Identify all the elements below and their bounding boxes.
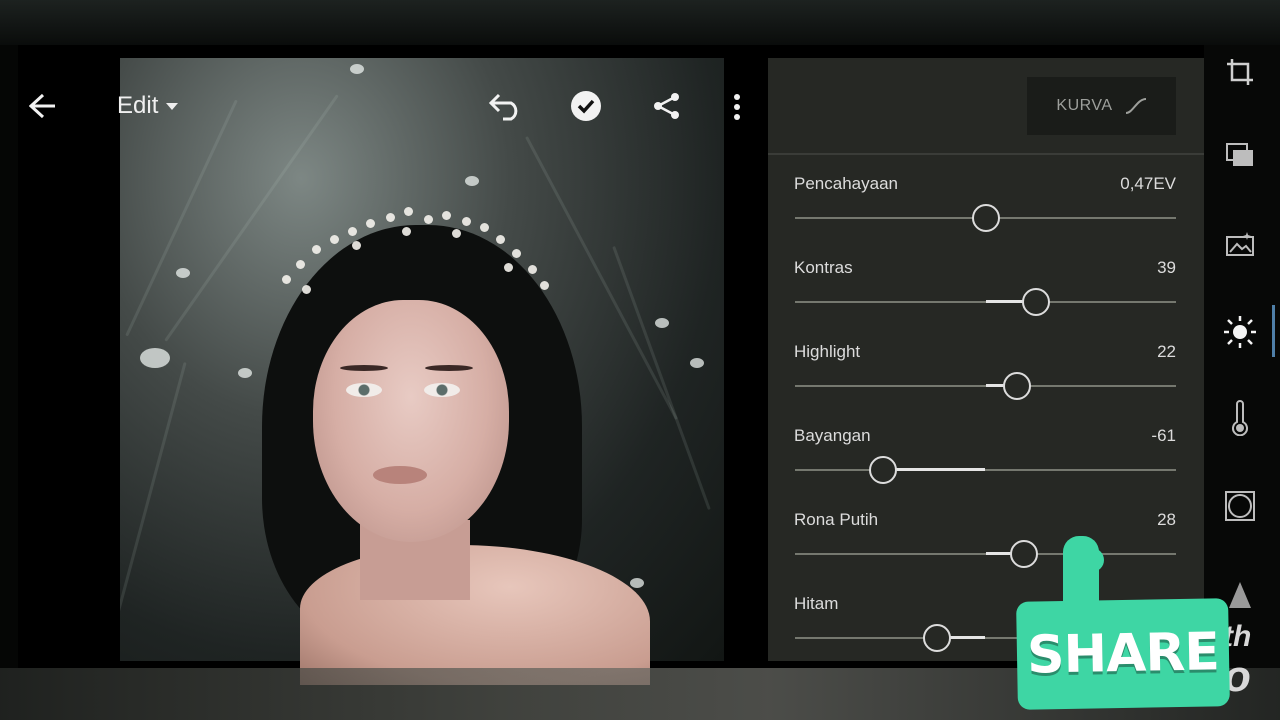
slider-handle[interactable]: [922, 624, 951, 652]
edit-mode-dropdown[interactable]: Edit: [117, 92, 179, 120]
slider-track[interactable]: [795, 469, 1176, 471]
slider-handle[interactable]: [1021, 288, 1050, 316]
slider-label: Kontras: [794, 258, 853, 277]
share-sticker[interactable]: SHARE: [1016, 598, 1230, 710]
petal: [238, 368, 252, 378]
panel-divider: [768, 153, 1204, 155]
subject-brow: [425, 365, 473, 371]
vignette-icon[interactable]: [1220, 486, 1260, 526]
auto-image-icon[interactable]: [1220, 224, 1260, 264]
slider-handle[interactable]: [1002, 372, 1031, 400]
slider-label: Hitam: [794, 594, 839, 613]
slider-value: 0,47EV: [1120, 174, 1176, 193]
slider-label: Bayangan: [794, 426, 871, 445]
slider-fill: [985, 300, 1024, 303]
petal: [176, 268, 190, 278]
grass-streak: [612, 245, 711, 511]
subject-eye: [346, 383, 382, 397]
petal: [690, 358, 704, 368]
grass-streak: [120, 362, 187, 614]
crop-icon[interactable]: [1220, 52, 1260, 92]
slider-label: Pencahayaan: [794, 174, 898, 193]
slider-value: -61: [1151, 426, 1176, 445]
slider-value: 22: [1157, 342, 1176, 361]
petal: [465, 176, 479, 186]
curve-button[interactable]: KURVA: [1027, 77, 1176, 135]
subject-eye: [424, 383, 460, 397]
curve-button-label: KURVA: [1056, 97, 1113, 114]
edit-mode-label: Edit: [117, 92, 159, 119]
curve-icon: [1125, 98, 1146, 114]
more-vertical-icon[interactable]: [727, 90, 747, 124]
back-arrow-icon[interactable]: [27, 90, 59, 122]
petal: [350, 64, 364, 74]
undo-icon[interactable]: [485, 88, 527, 124]
subject-brow: [340, 365, 388, 371]
slider-fill: [985, 384, 1005, 387]
slider-handle[interactable]: [1010, 540, 1039, 568]
share-sticker-thumb: [1080, 548, 1104, 572]
slider-fill: [985, 552, 1013, 555]
slider-handle[interactable]: [972, 204, 1001, 232]
petal: [630, 578, 644, 588]
color-temperature-icon[interactable]: [1220, 398, 1260, 438]
slider-handle[interactable]: [869, 456, 898, 484]
chevron-down-icon: [166, 102, 179, 110]
share-sticker-label: SHARE: [1026, 622, 1220, 686]
slider-value: 28: [1157, 510, 1176, 529]
slider-label: Rona Putih: [794, 510, 879, 529]
flower-crown: [282, 205, 552, 305]
subject-face: [313, 300, 509, 542]
check-circle-icon[interactable]: [569, 89, 603, 123]
grass-streak: [125, 99, 238, 337]
share-icon[interactable]: [650, 90, 684, 122]
light-icon[interactable]: [1220, 312, 1260, 352]
video-frame-top: [0, 0, 1280, 45]
petal: [655, 318, 669, 328]
presets-icon[interactable]: [1220, 135, 1260, 175]
active-tool-indicator: [1272, 305, 1275, 357]
slider-label: Highlight: [794, 342, 861, 361]
petal: [140, 348, 170, 368]
slider-value: 39: [1157, 258, 1176, 277]
subject-lips: [373, 466, 427, 484]
